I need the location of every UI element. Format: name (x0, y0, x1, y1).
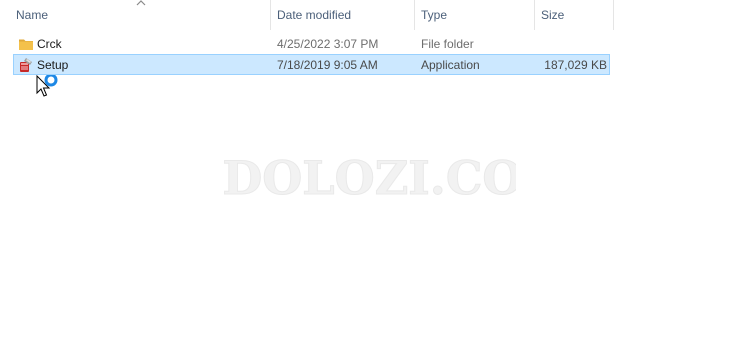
file-type: Application (421, 58, 480, 72)
installer-icon (20, 58, 32, 72)
file-name: Setup (37, 58, 69, 72)
column-header-size[interactable]: Size (535, 0, 614, 30)
file-type: File folder (421, 37, 474, 51)
file-row-setup[interactable]: Setup 7/18/2019 9:05 AM Application 187,… (13, 54, 610, 75)
watermark-text: ITDOLOZI.COM (224, 151, 516, 205)
folder-icon (19, 39, 33, 50)
column-header-date-label: Date modified (277, 8, 352, 22)
file-size: 187,029 KB (544, 58, 607, 72)
watermark-logo: ITDOLOZI.COM (224, 151, 516, 206)
column-header-type-label: Type (421, 8, 448, 22)
column-header-name[interactable]: Name (10, 0, 271, 30)
busy-arrow-cursor-icon (36, 75, 58, 97)
column-header-type[interactable]: Type (415, 0, 535, 30)
file-date-modified: 4/25/2022 3:07 PM (277, 37, 379, 51)
file-size (524, 34, 607, 55)
column-header-size-label: Size (541, 8, 565, 22)
column-header-date-modified[interactable]: Date modified (271, 0, 415, 30)
column-header-name-label: Name (16, 8, 49, 22)
column-header-bar: Name Date modified Type Size (0, 0, 614, 30)
file-row-crck[interactable]: Crck 4/25/2022 3:07 PM File folder (13, 33, 610, 54)
file-name: Crck (37, 37, 62, 51)
file-date-modified: 7/18/2019 9:05 AM (277, 58, 378, 72)
